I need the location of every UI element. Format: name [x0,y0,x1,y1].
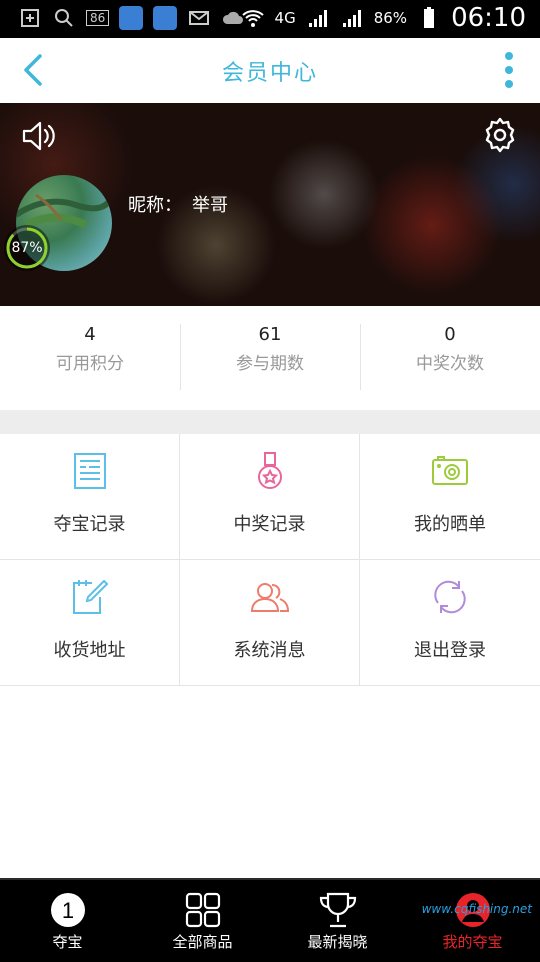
mail-icon [189,11,210,25]
stat-periods[interactable]: 61 参与期数 [180,306,360,410]
nav-latest[interactable]: 最新揭晓 [270,880,405,962]
menu-item-label: 收货地址 [53,640,126,661]
app-notification-icon [119,6,144,30]
stat-value: 0 [444,324,456,345]
progress-ring: 87% [4,225,50,271]
nickname-label: 昵称： [128,195,182,216]
stat-wins[interactable]: 0 中奖次数 [360,306,540,410]
battery-percent: 86% [373,9,408,27]
section-divider [0,410,540,434]
stat-label: 可用积分 [56,354,124,374]
nav-label: 夺宝 [52,933,83,951]
progress-percent: 87% [11,240,43,256]
menu-item-label: 夺宝记录 [53,514,126,535]
camera-icon [432,456,468,485]
speaker-icon[interactable] [20,119,56,153]
nickname-value: 举哥 [192,195,228,216]
number-badge-icon: 1 [50,893,85,927]
svg-text:1: 1 [61,898,73,923]
nav-label: 最新揭晓 [307,933,368,951]
clock: 06:10 [451,3,526,33]
menu-item-label: 退出登录 [414,640,486,661]
status-bar: 86 4G 86% 06:10 [0,0,540,38]
status-bar-system: 4G 86% 06:10 [241,3,526,33]
nav-label: 我的夺宝 [442,933,503,951]
trophy-icon [319,892,356,928]
menu-grid: 夺宝记录 中奖记录 我的晒单 收货地址 系统消息 退出登录 [0,434,540,686]
menu-item-records[interactable]: 夺宝记录 [0,434,180,560]
stat-label: 参与期数 [236,354,304,374]
stat-value: 61 [258,324,282,345]
stats-row: 4 可用积分 61 参与期数 0 中奖次数 [0,306,540,410]
menu-item-showcase[interactable]: 我的晒单 [360,434,540,560]
more-vertical-icon[interactable] [504,50,514,90]
status-bar-notifications: 86 [18,6,245,30]
document-icon [74,453,106,489]
battery-icon [424,7,435,28]
refresh-icon [434,580,466,614]
watermark: www.cqfishing.net [421,902,532,916]
menu-item-label: 我的晒单 [414,514,486,535]
nav-my-duobao[interactable]: 我的夺宝 [405,880,540,962]
bottom-nav: 1 夺宝 全部商品 最新揭晓 我的夺宝 www.cqfishing.net [0,878,540,962]
menu-item-label: 中奖记录 [233,514,306,535]
menu-item-label: 系统消息 [233,640,306,661]
header: 会员中心 [0,38,540,103]
menu-item-messages[interactable]: 系统消息 [180,560,360,686]
grid-icon [185,892,220,928]
medal-icon [258,452,282,489]
wifi-icon [241,10,264,27]
users-icon [250,583,290,612]
signal-icon-2 [342,10,361,27]
menu-item-address[interactable]: 收货地址 [0,560,180,686]
page-title: 会员中心 [221,61,318,86]
signal-icon [308,10,327,27]
notification-count: 86 [86,10,110,26]
search-icon [55,9,73,27]
nav-duobao[interactable]: 1 夺宝 [0,880,135,962]
menu-item-logout[interactable]: 退出登录 [360,560,540,686]
app-notification-icon-2 [153,6,178,30]
menu-item-wins[interactable]: 中奖记录 [180,434,360,560]
profile-banner: 87% 昵称： 举哥 [0,103,540,306]
gear-icon[interactable] [482,117,518,153]
network-type: 4G [274,9,296,27]
stat-points[interactable]: 4 可用积分 [0,306,180,410]
nav-label: 全部商品 [172,933,233,951]
edit-note-icon [73,579,109,614]
stat-label: 中奖次数 [416,354,484,374]
add-icon [21,9,39,27]
nickname: 昵称： 举哥 [128,191,228,217]
stat-value: 4 [84,324,96,345]
nav-all-products[interactable]: 全部商品 [135,880,270,962]
